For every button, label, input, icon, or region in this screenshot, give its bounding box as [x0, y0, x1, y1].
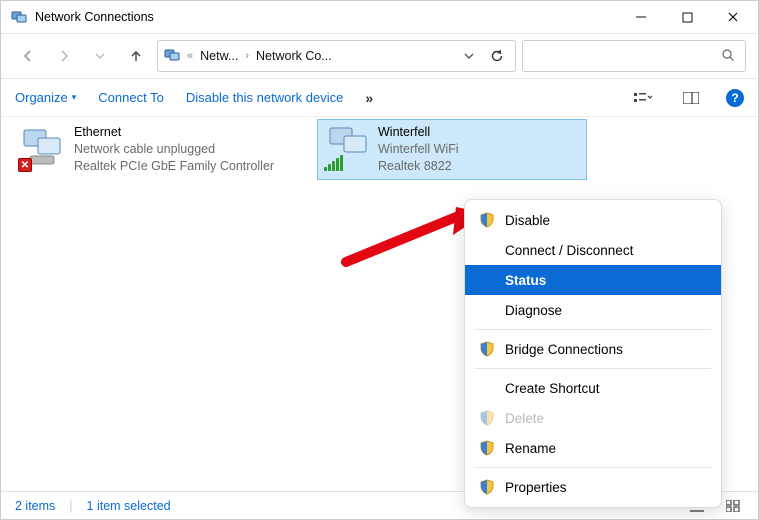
context-menu: Disable Connect / Disconnect Status Diag…: [464, 199, 722, 508]
menu-label: Status: [505, 273, 546, 288]
menu-item-properties[interactable]: Properties: [465, 472, 721, 502]
connection-adapter: Realtek PCIe GbE Family Controller: [74, 158, 274, 175]
refresh-button[interactable]: [485, 49, 509, 63]
shield-icon: [479, 212, 495, 228]
menu-item-delete: Delete: [465, 403, 721, 433]
up-button[interactable]: [121, 41, 151, 71]
connection-item-wifi[interactable]: Winterfell Winterfell WiFi Realtek 8822: [317, 119, 587, 180]
maximize-button[interactable]: [664, 1, 710, 33]
menu-label: Properties: [505, 480, 567, 495]
window-title: Network Connections: [35, 10, 618, 24]
navigation-bar: « Netw... › Network Co...: [1, 33, 758, 79]
menu-item-disable[interactable]: Disable: [465, 205, 721, 235]
organize-menu[interactable]: Organize ▾: [15, 90, 76, 105]
back-button[interactable]: [13, 41, 43, 71]
breadcrumb-segment[interactable]: Netw...: [200, 49, 238, 63]
wifi-icon: [324, 124, 370, 170]
spacer-icon: [479, 272, 495, 288]
breadcrumb-segment[interactable]: Network Co...: [256, 49, 332, 63]
minimize-button[interactable]: [618, 1, 664, 33]
menu-separator: [475, 329, 711, 330]
menu-label: Diagnose: [505, 303, 562, 318]
organize-label: Organize: [15, 90, 68, 105]
connection-name: Ethernet: [74, 124, 274, 141]
help-button[interactable]: ?: [726, 89, 744, 107]
connect-to-button[interactable]: Connect To: [98, 90, 164, 105]
connection-status: Network cable unplugged: [74, 141, 274, 158]
shield-icon: [479, 479, 495, 495]
forward-button[interactable]: [49, 41, 79, 71]
address-bar[interactable]: « Netw... › Network Co...: [157, 40, 516, 72]
menu-label: Rename: [505, 441, 556, 456]
connection-adapter: Realtek 8822: [378, 158, 459, 175]
menu-label: Delete: [505, 411, 544, 426]
status-separator: |: [69, 499, 72, 513]
connection-status: Winterfell WiFi: [378, 141, 459, 158]
menu-item-status[interactable]: Status: [465, 265, 721, 295]
menu-separator: [475, 467, 711, 468]
search-icon: [721, 48, 735, 65]
preview-pane-button[interactable]: [678, 92, 704, 104]
menu-label: Connect / Disconnect: [505, 243, 633, 258]
menu-item-create-shortcut[interactable]: Create Shortcut: [465, 373, 721, 403]
menu-label: Disable: [505, 213, 550, 228]
search-box[interactable]: [522, 40, 746, 72]
large-icons-view-button[interactable]: [722, 500, 744, 512]
connection-item-ethernet[interactable]: ✕ Ethernet Network cable unplugged Realt…: [13, 119, 309, 180]
spacer-icon: [479, 302, 495, 318]
disable-device-button[interactable]: Disable this network device: [186, 90, 344, 105]
error-overlay-icon: ✕: [18, 158, 32, 172]
menu-item-bridge[interactable]: Bridge Connections: [465, 334, 721, 364]
breadcrumb-prefix: «: [184, 50, 196, 62]
view-options-button[interactable]: [630, 91, 656, 105]
spacer-icon: [479, 242, 495, 258]
address-history-dropdown[interactable]: [457, 51, 481, 61]
recent-locations-button[interactable]: [85, 41, 115, 71]
address-icon: [164, 47, 180, 66]
close-button[interactable]: [710, 1, 756, 33]
command-bar: Organize ▾ Connect To Disable this netwo…: [1, 79, 758, 117]
menu-label: Bridge Connections: [505, 342, 623, 357]
signal-strength-icon: [324, 155, 343, 171]
status-item-count: 2 items: [15, 499, 55, 513]
overflow-menu[interactable]: »: [365, 90, 373, 106]
title-bar: Network Connections: [1, 1, 758, 33]
menu-item-diagnose[interactable]: Diagnose: [465, 295, 721, 325]
chevron-right-icon: ›: [242, 50, 252, 62]
spacer-icon: [479, 380, 495, 396]
ethernet-icon: ✕: [20, 124, 66, 170]
shield-icon: [479, 341, 495, 357]
shield-icon: [479, 440, 495, 456]
connection-name: Winterfell: [378, 124, 459, 141]
status-selected-count: 1 item selected: [87, 499, 171, 513]
shield-icon: [479, 410, 495, 426]
menu-item-rename[interactable]: Rename: [465, 433, 721, 463]
menu-item-connect-disconnect[interactable]: Connect / Disconnect: [465, 235, 721, 265]
menu-separator: [475, 368, 711, 369]
menu-label: Create Shortcut: [505, 381, 600, 396]
app-icon: [11, 9, 27, 25]
chevron-down-icon: ▾: [72, 92, 77, 103]
